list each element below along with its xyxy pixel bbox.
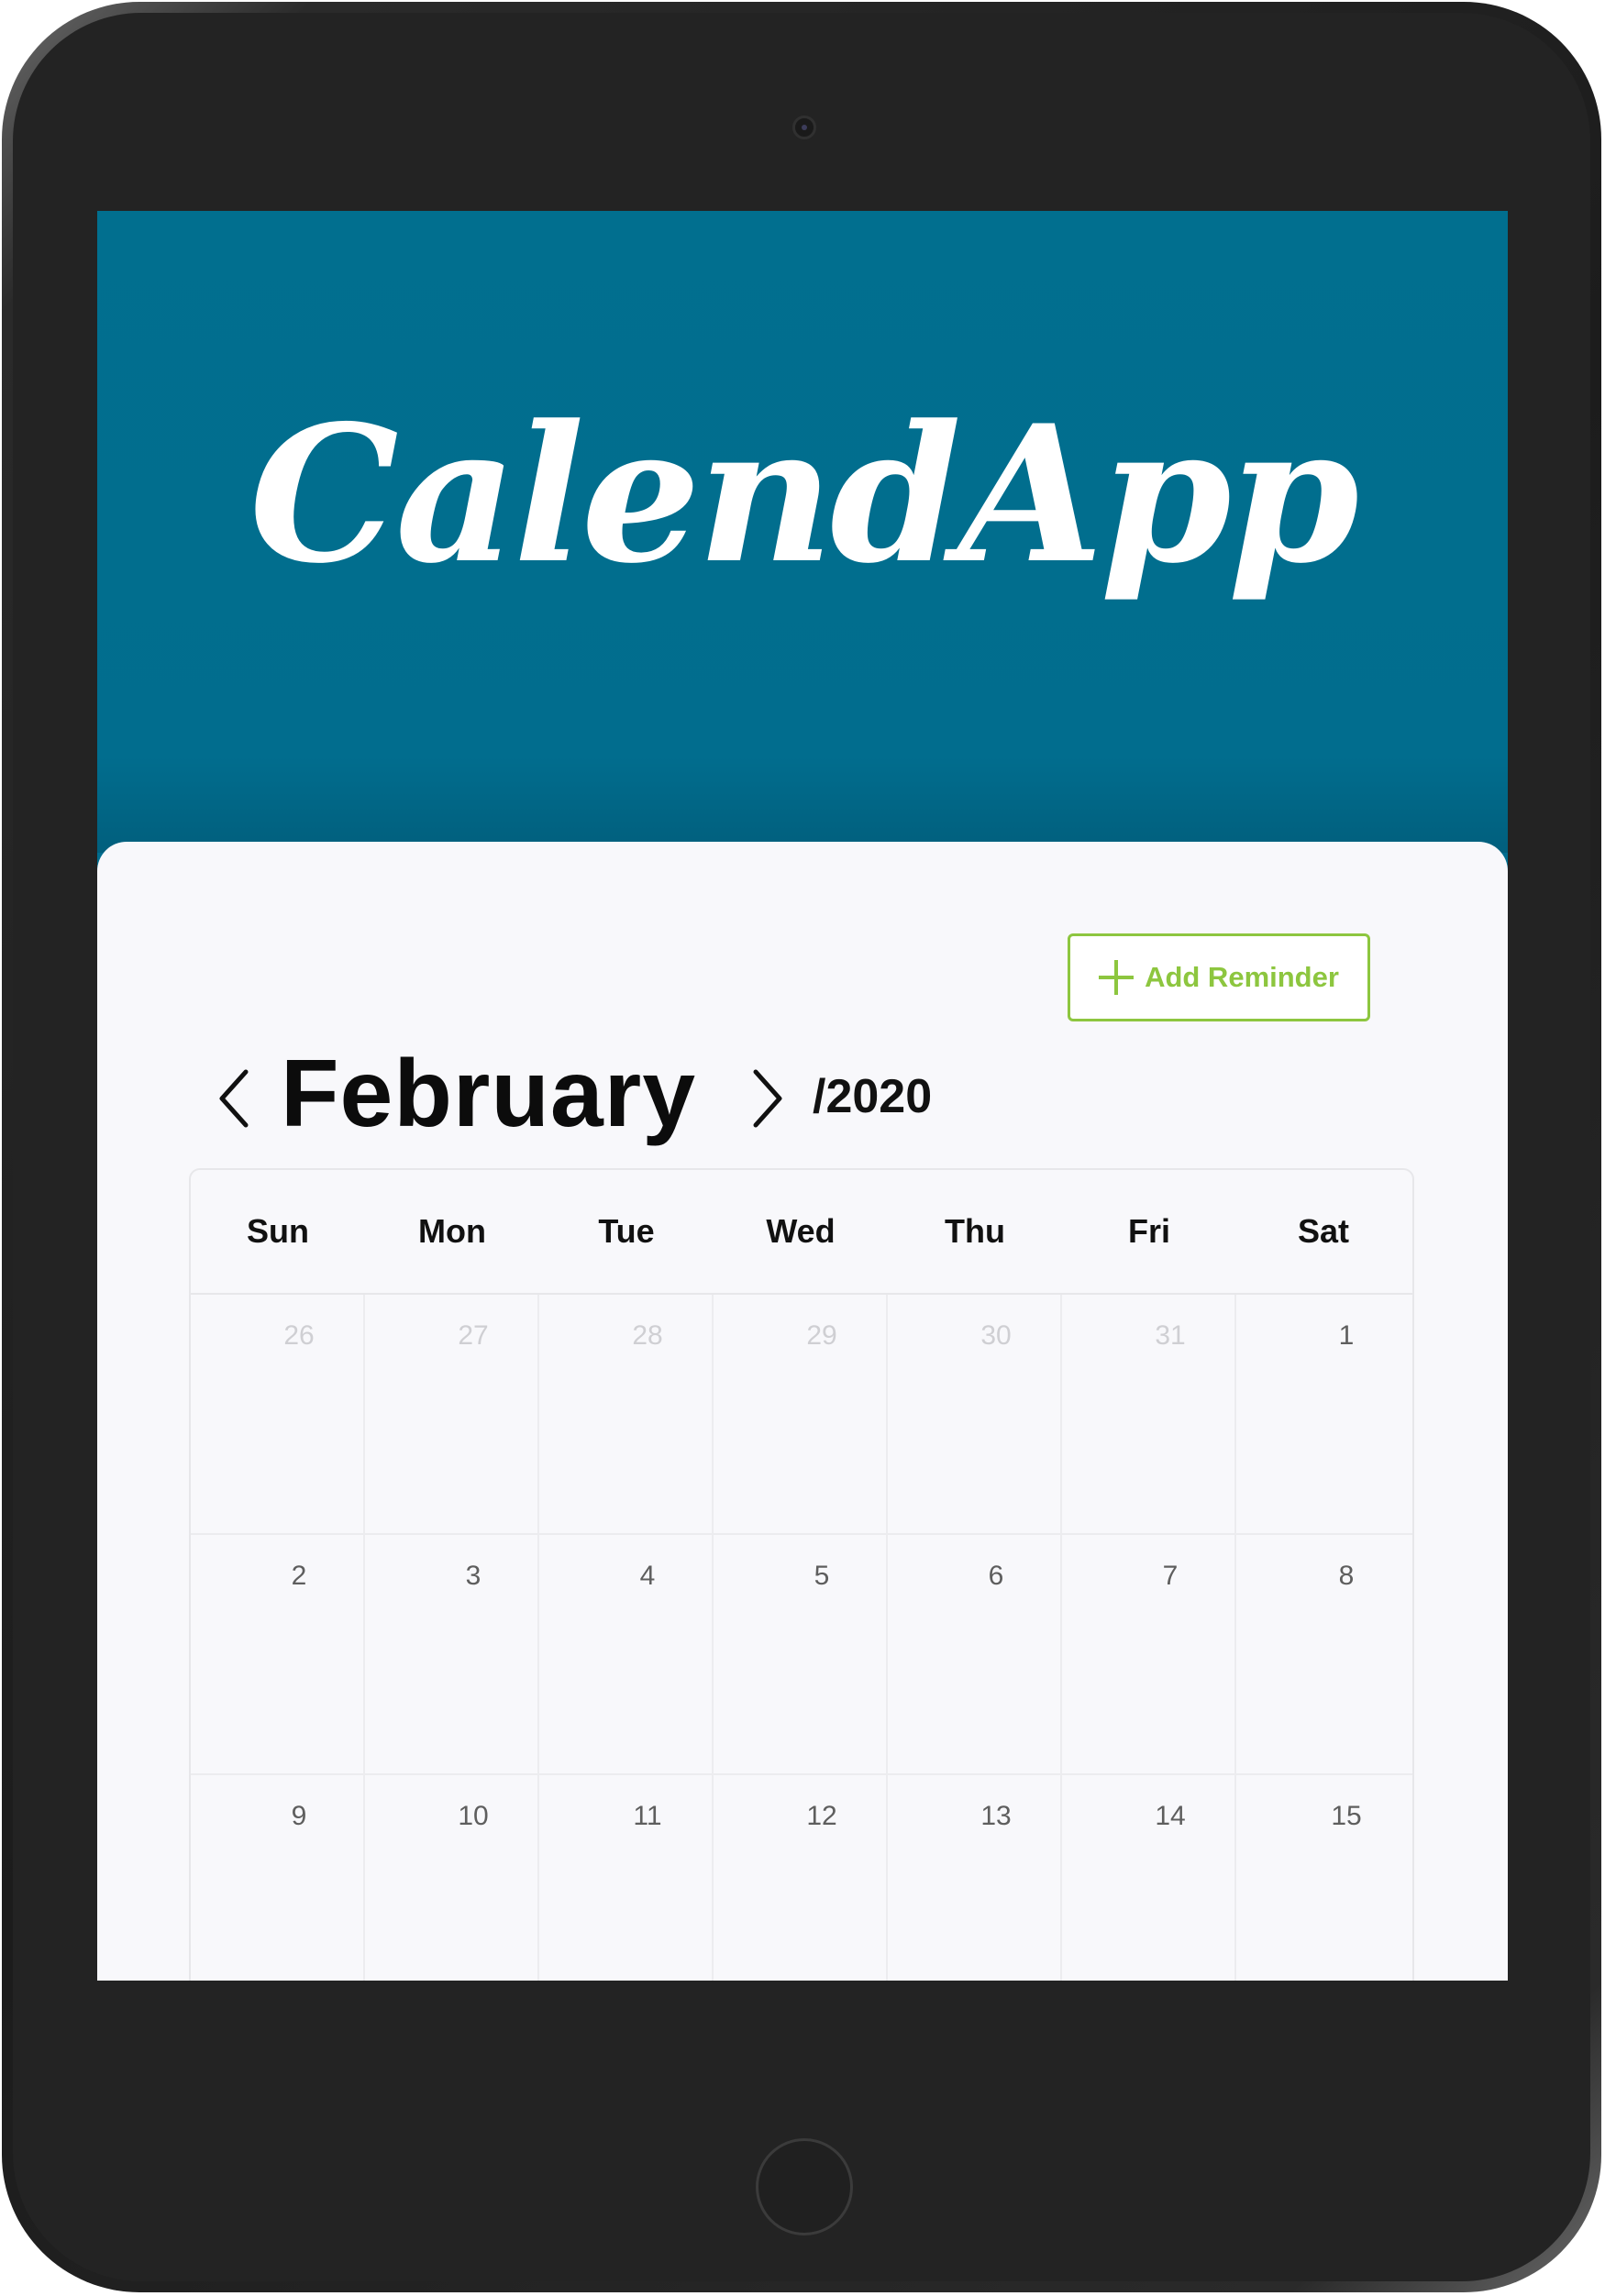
year-label: /2020 <box>813 1070 933 1123</box>
weekday-sat: Sat <box>1297 1212 1350 1250</box>
plus-icon <box>1099 960 1135 995</box>
day-number: 28 <box>632 1320 663 1351</box>
day-cell[interactable]: 8 <box>1236 1535 1411 1773</box>
day-number: 10 <box>458 1801 489 1831</box>
day-cell[interactable]: 28 <box>539 1295 714 1533</box>
app-logo: CalendApp <box>249 385 1359 605</box>
day-cell[interactable]: 29 <box>714 1295 888 1533</box>
day-number: 14 <box>1155 1801 1186 1831</box>
day-cell[interactable]: 2 <box>191 1535 365 1773</box>
day-cell[interactable]: 26 <box>191 1295 365 1533</box>
day-number: 5 <box>814 1561 830 1591</box>
day-cell[interactable]: 1 <box>1236 1295 1411 1533</box>
day-number: 9 <box>291 1801 307 1831</box>
day-number: 1 <box>1338 1320 1355 1351</box>
weekday-thu: Thu <box>945 1212 1005 1250</box>
day-number: 26 <box>283 1320 315 1351</box>
month-navigation: February /2020 <box>97 1034 1508 1154</box>
day-number: 3 <box>465 1561 482 1591</box>
tablet-frame: CalendApp Add Reminder February /2020 Su… <box>2 2 1601 2292</box>
weekday-wed: Wed <box>766 1212 836 1250</box>
weekday-header: Sun Mon Tue Wed Thu Fri Sat <box>191 1170 1412 1295</box>
day-cell[interactable]: 14 <box>1062 1775 1236 1981</box>
day-number: 15 <box>1331 1801 1362 1831</box>
day-cell[interactable]: 30 <box>888 1295 1062 1533</box>
day-number: 12 <box>806 1801 837 1831</box>
day-cell[interactable]: 9 <box>191 1775 365 1981</box>
day-cell[interactable]: 11 <box>539 1775 714 1981</box>
day-grid: 2627282930311234567891011121314151617181… <box>191 1295 1412 1981</box>
day-number: 6 <box>988 1561 1004 1591</box>
day-cell[interactable]: 31 <box>1062 1295 1236 1533</box>
day-cell[interactable]: 3 <box>365 1535 539 1773</box>
week-row: 9 10 11 12 13 14 15 <box>191 1775 1412 1981</box>
day-cell[interactable]: 10 <box>365 1775 539 1981</box>
add-reminder-button[interactable]: Add Reminder <box>1068 933 1370 1021</box>
day-number: 13 <box>980 1801 1012 1831</box>
day-cell[interactable]: 7 <box>1062 1535 1236 1773</box>
week-row: 2 3 4 5 6 7 8 <box>191 1535 1412 1775</box>
add-reminder-label: Add Reminder <box>1145 961 1339 993</box>
chevron-right-icon[interactable] <box>748 1066 785 1131</box>
camera-icon <box>792 116 816 139</box>
day-number: 27 <box>458 1320 489 1351</box>
month-title: February <box>281 1041 697 1147</box>
calendar-panel: Add Reminder February /2020 Sun Mon Tue Wed… <box>97 842 1508 1981</box>
day-number: 29 <box>806 1320 837 1351</box>
weekday-tue: Tue <box>598 1212 655 1250</box>
month-grid: Sun Mon Tue Wed Thu Fri Sat 26 27 28 29 30 31 1 2 3 4 5 6… <box>189 1168 1414 1981</box>
day-number: 30 <box>980 1320 1012 1351</box>
day-cell[interactable]: 4 <box>539 1535 714 1773</box>
home-button[interactable] <box>756 2138 853 2235</box>
weekday-mon: Mon <box>418 1212 486 1250</box>
day-number: 31 <box>1155 1320 1186 1351</box>
screen: CalendApp Add Reminder February /2020 Su… <box>97 211 1508 1981</box>
day-cell[interactable]: 5 <box>714 1535 888 1773</box>
chevron-left-icon[interactable] <box>216 1066 253 1131</box>
weekday-sun: Sun <box>247 1212 309 1250</box>
day-number: 8 <box>1338 1561 1355 1591</box>
app-header: CalendApp <box>97 211 1508 853</box>
weekday-fri: Fri <box>1127 1212 1170 1250</box>
day-number: 4 <box>639 1561 656 1591</box>
day-number: 7 <box>1162 1561 1179 1591</box>
day-cell[interactable]: 12 <box>714 1775 888 1981</box>
day-number: 11 <box>633 1801 662 1831</box>
day-cell[interactable]: 6 <box>888 1535 1062 1773</box>
day-cell[interactable]: 15 <box>1236 1775 1411 1981</box>
week-row: 26 27 28 29 30 31 1 <box>191 1295 1412 1535</box>
day-number: 2 <box>291 1561 307 1591</box>
day-cell[interactable]: 13 <box>888 1775 1062 1981</box>
day-cell[interactable]: 27 <box>365 1295 539 1533</box>
